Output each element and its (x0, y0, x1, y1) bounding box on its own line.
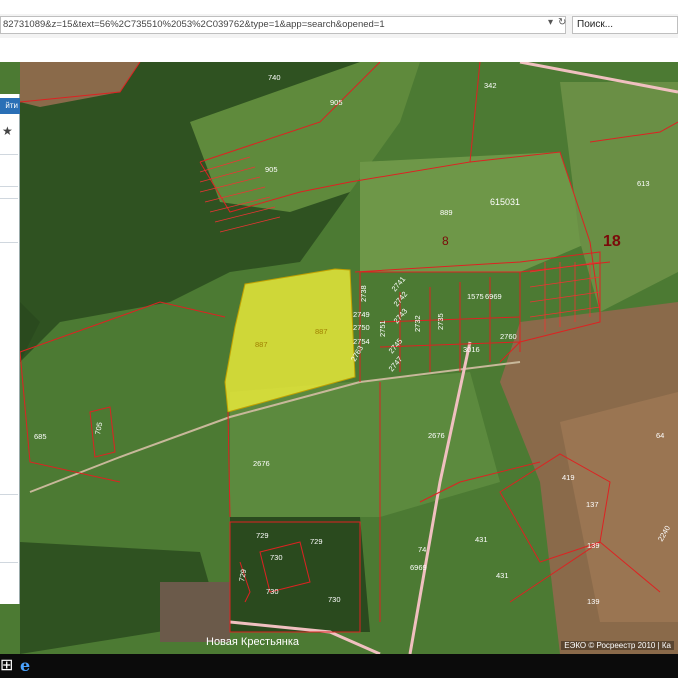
page-header-area (0, 38, 678, 62)
parcel-label: 419 (562, 473, 575, 482)
map-canvas[interactable]: 18 8 615031 740 905 342 905 613 889 1575… (0, 62, 678, 654)
parcel-label: 431 (496, 571, 509, 580)
parcel-label: 2749 (353, 310, 370, 319)
star-icon[interactable]: ★ (2, 124, 13, 138)
quarter-label-8: 8 (442, 234, 449, 248)
parcel-label: 889 (440, 208, 453, 217)
dropdown-icon[interactable]: ▾ (548, 15, 553, 31)
parcel-label: 740 (268, 73, 281, 82)
cadastral-map[interactable]: 18 8 615031 740 905 342 905 613 889 1575… (0, 62, 678, 654)
parcel-label: 887 (255, 340, 268, 349)
parcel-label: 1575 (467, 292, 484, 301)
panel-divider (0, 198, 18, 199)
parcel-label: 3016 (463, 345, 480, 354)
parcel-label: 729 (310, 537, 323, 546)
panel-divider (0, 242, 18, 243)
parcel-label: 2754 (353, 337, 370, 346)
parcel-label: 905 (265, 165, 278, 174)
windows-icon[interactable]: ⊞ (0, 657, 13, 675)
parcel-label: 74 (418, 545, 426, 554)
map-copyright: ЕЭКО © Росреестр 2010 | Ка (561, 641, 674, 650)
parcel-label: 730 (266, 587, 279, 596)
taskbar: ⊞ e (0, 654, 678, 678)
parcel-label: 2676 (253, 459, 270, 468)
quarter-label-615031: 615031 (490, 197, 520, 207)
address-bar: 82731089&z=15&text=56%2C735510%2053%2C03… (0, 14, 678, 39)
parcel-label: 2735 (436, 313, 445, 330)
parcel-label: 342 (484, 81, 497, 90)
panel-divider (0, 562, 18, 563)
parcel-label: 431 (475, 535, 488, 544)
panel-divider (0, 154, 18, 155)
parcel-label: 2760 (500, 332, 517, 341)
left-search-panel: йти ★ (0, 94, 20, 604)
parcel-label: 2751 (378, 320, 387, 337)
browser-top-strip (0, 0, 678, 14)
find-button[interactable]: йти (0, 98, 20, 114)
parcel-label: 729 (256, 531, 269, 540)
parcel-label: 887 (315, 327, 328, 336)
url-field[interactable]: 82731089&z=15&text=56%2C735510%2053%2C03… (0, 16, 566, 34)
parcel-label: 2750 (353, 323, 370, 332)
parcel-label: 730 (270, 553, 283, 562)
parcel-label: 139 (587, 597, 600, 606)
parcel-label: 613 (637, 179, 650, 188)
parcel-label: 730 (328, 595, 341, 604)
parcel-label: 137 (586, 500, 599, 509)
quarter-label-18: 18 (603, 233, 621, 250)
panel-divider (0, 186, 18, 187)
panel-divider (0, 494, 18, 495)
parcel-label: 685 (34, 432, 47, 441)
parcel-label: 905 (330, 98, 343, 107)
parcel-label: 6969 (485, 292, 502, 301)
parcel-label: 2738 (359, 285, 368, 302)
parcel-label: 6969 (410, 563, 427, 572)
parcel-label: 2676 (428, 431, 445, 440)
place-name-label: Новая Крестьянка (206, 636, 300, 648)
parcel-label: 64 (656, 431, 664, 440)
parcel-label: 139 (587, 541, 600, 550)
internet-explorer-icon[interactable]: e (20, 657, 30, 675)
search-input[interactable]: Поиск... (572, 16, 678, 34)
parcel-label: 2732 (413, 315, 422, 332)
refresh-icon[interactable]: ↻ (558, 15, 566, 31)
